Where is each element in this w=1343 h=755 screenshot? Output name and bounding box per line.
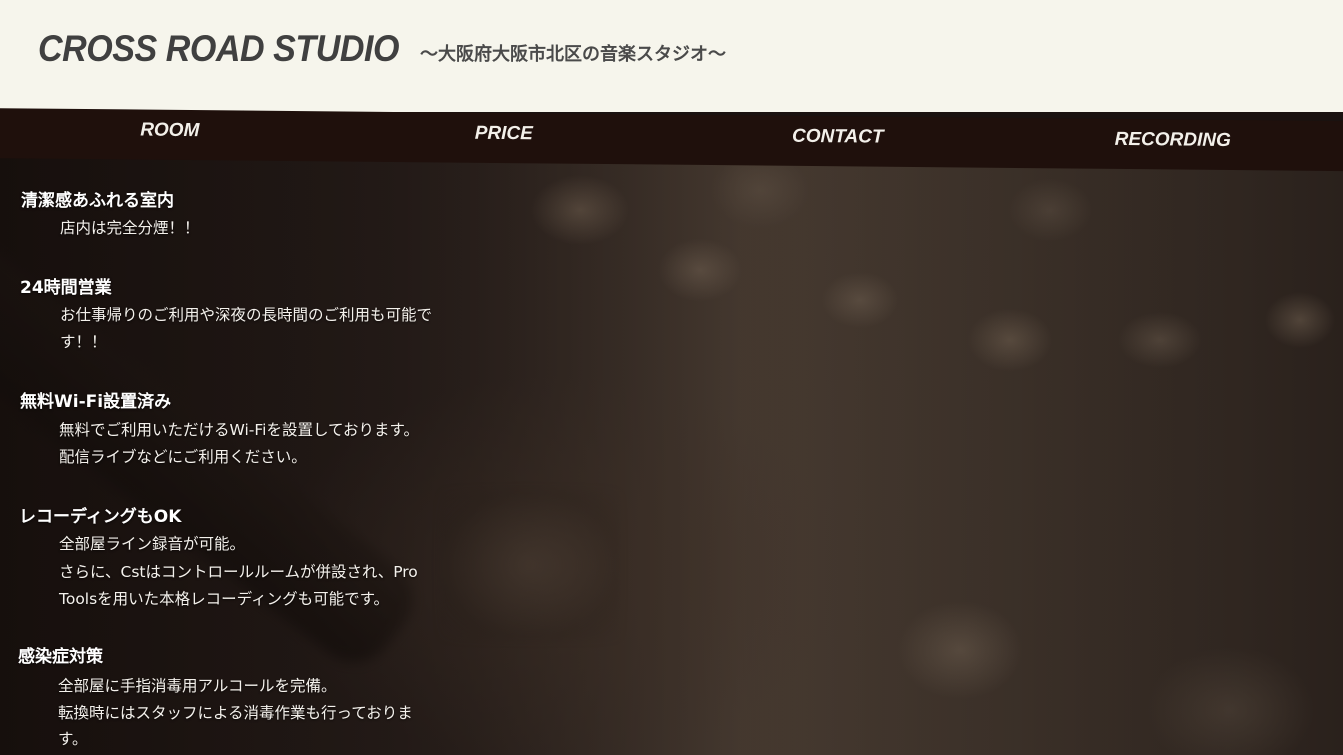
feature-text: す！！ bbox=[60, 333, 107, 351]
feature-text: 配信ライブなどにご利用ください。 bbox=[59, 448, 307, 466]
feature-heading-24h: 24時間営業 bbox=[20, 278, 112, 298]
feature-text: Toolsを用いた本格レコーディングも可能です。 bbox=[59, 590, 390, 608]
feature-list: 清潔感あふれる室内 店内は完全分煙！！ 24時間営業 お仕事帰りのご利用や深夜の… bbox=[0, 0, 1343, 755]
feature-text: 全部屋ライン録音が可能。 bbox=[59, 535, 246, 553]
feature-heading-clean-room: 清潔感あふれる室内 bbox=[21, 191, 174, 211]
feature-text: 無料でご利用いただけるWi-Fiを設置しております。 bbox=[59, 421, 420, 439]
feature-text: さらに、Cstはコントロールルームが併設され、Pro bbox=[59, 563, 418, 581]
feature-text: 店内は完全分煙！！ bbox=[60, 219, 200, 237]
feature-heading-infection-control: 感染症対策 bbox=[18, 647, 103, 667]
feature-text: 全部屋に手指消毒用アルコールを完備。 bbox=[58, 677, 337, 695]
feature-heading-wifi: 無料Wi-Fi設置済み bbox=[20, 392, 172, 412]
feature-text: す。 bbox=[58, 730, 88, 748]
feature-text: 転換時にはスタッフによる消毒作業も行っておりま bbox=[58, 704, 413, 722]
feature-heading-recording: レコーディングもOK bbox=[19, 507, 182, 527]
feature-text: お仕事帰りのご利用や深夜の長時間のご利用も可能で bbox=[60, 306, 433, 324]
